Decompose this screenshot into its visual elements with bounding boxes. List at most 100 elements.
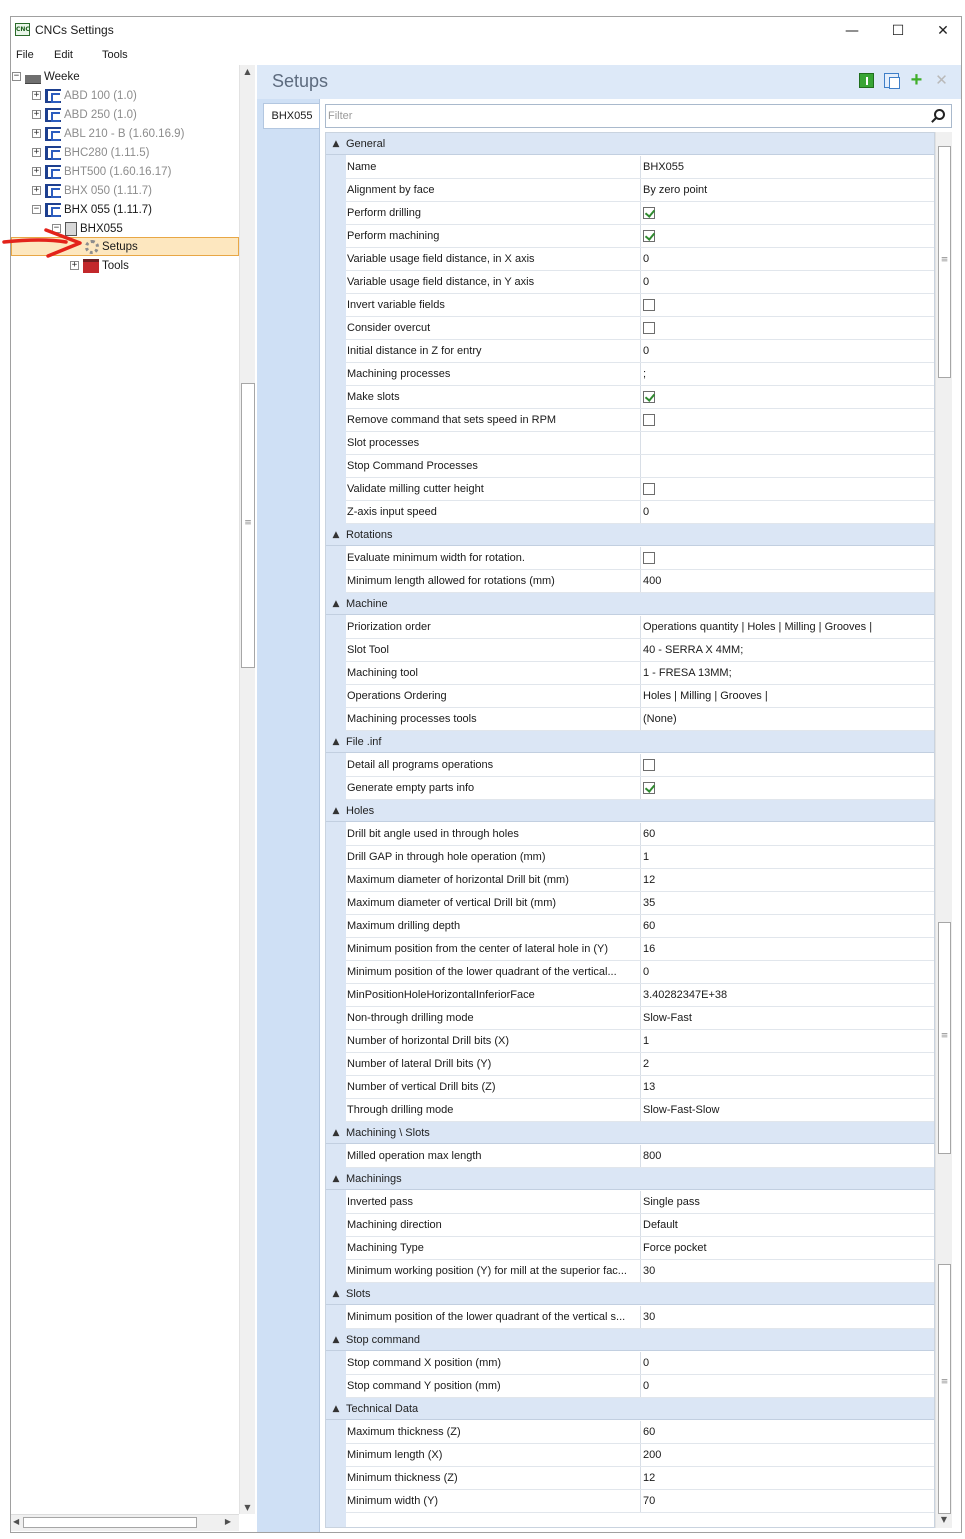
property-value[interactable]: 30 — [641, 1306, 934, 1328]
checkbox[interactable] — [643, 230, 655, 242]
property-row[interactable]: Stop Command Processes — [346, 455, 934, 478]
property-value[interactable] — [641, 432, 934, 454]
property-row[interactable]: Initial distance in Z for entry 0 — [346, 340, 934, 363]
close-button[interactable]: ✕ — [920, 17, 965, 44]
property-row[interactable]: Alignment by face By zero point — [346, 179, 934, 202]
property-value[interactable]: Holes | Milling | Grooves | — [641, 685, 934, 707]
property-checkbox-cell[interactable] — [641, 547, 934, 569]
property-row[interactable]: Minimum length (X) 200 — [346, 1444, 934, 1467]
chevron-up-icon[interactable]: ▲ — [326, 1174, 346, 1184]
property-checkbox-cell[interactable] — [641, 754, 934, 776]
menu-tools[interactable]: Tools — [97, 45, 147, 65]
chevron-up-icon[interactable]: ▲ — [326, 1289, 346, 1299]
category-header[interactable]: ▲ Holes — [326, 800, 934, 822]
property-value[interactable]: 60 — [641, 1421, 934, 1443]
property-value[interactable]: 800 — [641, 1145, 934, 1167]
chevron-up-icon[interactable]: ▲ — [326, 1128, 346, 1138]
property-row[interactable]: Machining processes; — [346, 363, 934, 386]
property-value[interactable]: Operations quantity | Holes | Milling | … — [641, 616, 934, 638]
property-value[interactable]: ; — [641, 363, 934, 385]
property-value[interactable]: Force pocket — [641, 1237, 934, 1259]
tab-bhx055[interactable]: BHX055 — [263, 103, 320, 129]
scroll-right-icon[interactable]: ▶ — [225, 1517, 231, 1526]
info-icon[interactable] — [859, 73, 874, 88]
category-header[interactable]: ▲ Stop command — [326, 1329, 934, 1351]
property-checkbox-cell[interactable] — [641, 386, 934, 408]
property-row[interactable]: Slot processes — [346, 432, 934, 455]
minimize-button[interactable]: — — [829, 17, 875, 44]
scroll-thumb[interactable]: ≡ — [938, 146, 951, 378]
property-row[interactable]: Through drilling mode Slow-Fast-Slow — [346, 1099, 934, 1122]
property-row[interactable]: Name BHX055 — [346, 156, 934, 179]
property-value[interactable]: 12 — [641, 1467, 934, 1489]
property-value[interactable]: BHX055 — [641, 156, 934, 178]
property-row[interactable]: Milled operation max length 800 — [346, 1145, 934, 1168]
tree-node-machine[interactable]: + BHT500 (1.60.16.17) — [32, 162, 171, 181]
property-value[interactable]: Default — [641, 1214, 934, 1236]
property-row[interactable]: Minimum position of the lower quadrant o… — [346, 961, 934, 984]
property-row[interactable]: Non-through drilling mode Slow-Fast — [346, 1007, 934, 1030]
property-value[interactable]: 0 — [641, 271, 934, 293]
menu-file[interactable]: File — [11, 45, 49, 65]
category-header[interactable]: ▲ Rotations — [326, 524, 934, 546]
property-row[interactable]: Variable usage field distance, in Y axis… — [346, 271, 934, 294]
property-checkbox-cell[interactable] — [641, 777, 934, 799]
property-value[interactable]: (None) — [641, 708, 934, 730]
property-row[interactable]: Maximum diameter of vertical Drill bit (… — [346, 892, 934, 915]
property-value[interactable]: 1 — [641, 846, 934, 868]
tree-node-machine[interactable]: + ABL 210 - B (1.60.16.9) — [32, 124, 184, 143]
property-value[interactable]: 400 — [641, 570, 934, 592]
property-checkbox-cell[interactable] — [641, 225, 934, 247]
scroll-up-icon[interactable]: ▲ — [240, 67, 255, 76]
property-value[interactable]: 3.40282347E+38 — [641, 984, 934, 1006]
property-row[interactable]: Priorization order Operations quantity | … — [346, 616, 934, 639]
add-icon[interactable]: + — [909, 70, 924, 90]
property-checkbox-cell[interactable] — [641, 409, 934, 431]
property-value[interactable]: 30 — [641, 1260, 934, 1282]
property-row[interactable]: Slot Tool 40 - SERRA X 4MM; — [346, 639, 934, 662]
collapse-icon[interactable]: − — [32, 205, 41, 214]
property-row[interactable]: Validate milling cutter height — [346, 478, 934, 501]
property-checkbox-cell[interactable] — [641, 317, 934, 339]
property-row[interactable]: Maximum thickness (Z) 60 — [346, 1421, 934, 1444]
property-row[interactable]: Number of vertical Drill bits (Z) 13 — [346, 1076, 934, 1099]
property-row[interactable]: Invert variable fields — [346, 294, 934, 317]
scroll-down-icon[interactable]: ▼ — [240, 1503, 255, 1512]
property-value[interactable]: By zero point — [641, 179, 934, 201]
property-row[interactable]: Number of horizontal Drill bits (X) 1 — [346, 1030, 934, 1053]
property-value[interactable]: 13 — [641, 1076, 934, 1098]
expand-icon[interactable]: + — [32, 186, 41, 195]
property-row[interactable]: Drill GAP in through hole operation (mm)… — [346, 846, 934, 869]
checkbox[interactable] — [643, 483, 655, 495]
property-row[interactable]: Perform drilling — [346, 202, 934, 225]
tree-node-tools[interactable]: + Tools — [70, 256, 129, 275]
property-row[interactable]: Stop command X position (mm) 0 — [346, 1352, 934, 1375]
property-value[interactable]: 60 — [641, 823, 934, 845]
property-value[interactable]: 40 - SERRA X 4MM; — [641, 639, 934, 661]
property-row[interactable]: Minimum length allowed for rotations (mm… — [346, 570, 934, 593]
chevron-up-icon[interactable]: ▲ — [326, 806, 346, 816]
expand-icon[interactable]: + — [32, 148, 41, 157]
property-row[interactable]: MinPositionHoleHorizontalInferiorFace 3.4… — [346, 984, 934, 1007]
property-row[interactable]: Machining direction Default — [346, 1214, 934, 1237]
property-row[interactable]: Z-axis input speed 0 — [346, 501, 934, 524]
property-row[interactable]: Inverted pass Single pass — [346, 1191, 934, 1214]
property-row[interactable]: Machining Type Force pocket — [346, 1237, 934, 1260]
property-row[interactable]: Number of lateral Drill bits (Y) 2 — [346, 1053, 934, 1076]
expand-icon[interactable]: + — [32, 129, 41, 138]
tree-node-machine[interactable]: + ABD 100 (1.0) — [32, 86, 137, 105]
grid-vertical-scrollbar[interactable]: ≡ ≡ ≡ ▼ — [935, 132, 952, 1528]
tree-node-weeke[interactable]: − Weeke — [12, 67, 80, 86]
property-row[interactable]: Detail all programs operations — [346, 754, 934, 777]
filter-input[interactable] — [328, 108, 918, 124]
property-value[interactable]: 1 — [641, 1030, 934, 1052]
copy-icon[interactable] — [884, 73, 900, 89]
tree-node-machine[interactable]: + BHX 050 (1.11.7) — [32, 181, 152, 200]
search-icon[interactable] — [934, 109, 945, 120]
checkbox[interactable] — [643, 299, 655, 311]
scroll-thumb[interactable]: ≡ — [938, 922, 951, 1154]
property-value[interactable]: 16 — [641, 938, 934, 960]
checkbox[interactable] — [643, 207, 655, 219]
property-value[interactable]: 0 — [641, 248, 934, 270]
maximize-button[interactable]: ☐ — [875, 17, 921, 44]
